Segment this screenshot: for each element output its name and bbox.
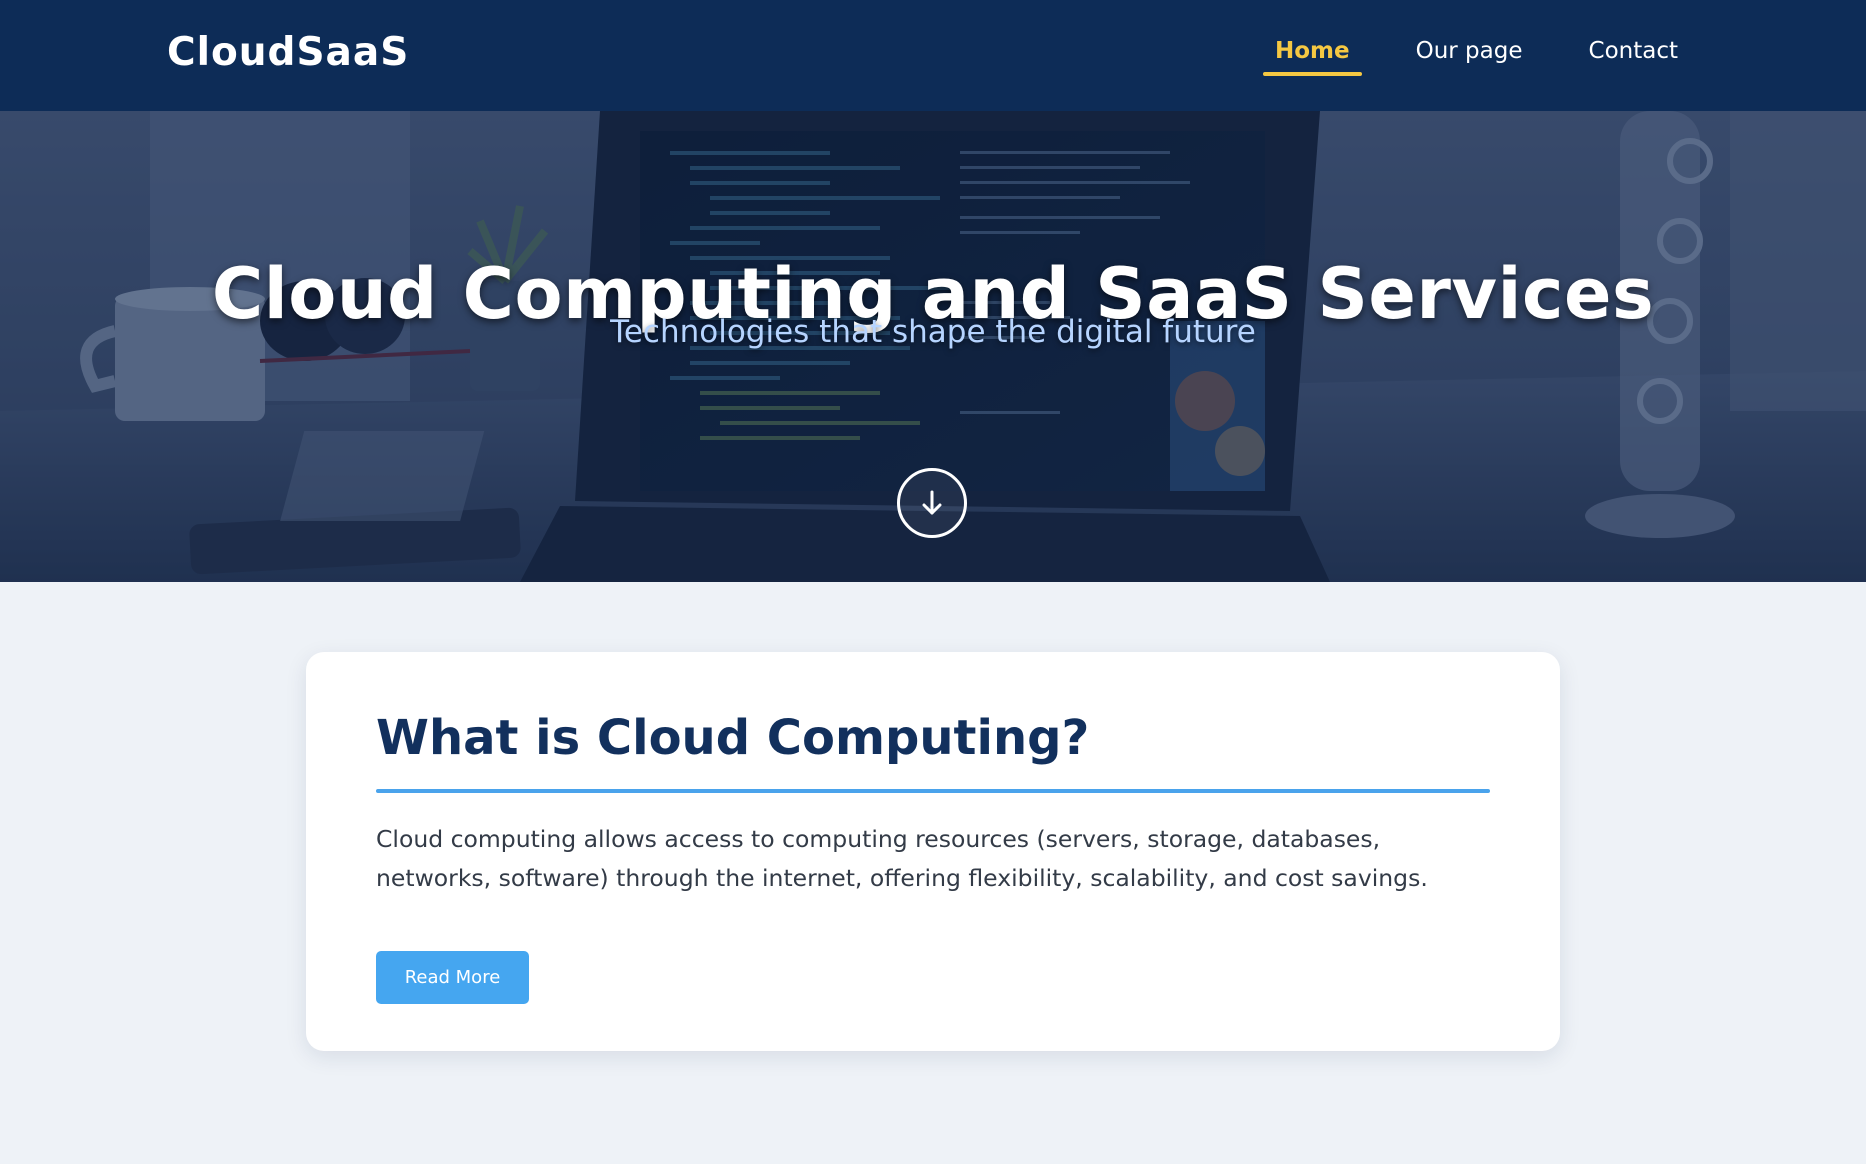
brand-logo[interactable]: CloudSaaS [167,30,409,75]
title-underline-divider [376,789,1490,793]
nav-link-our-page[interactable]: Our page [1404,36,1535,78]
nav-link-home[interactable]: Home [1262,36,1362,78]
card-description: Cloud computing allows access to computi… [376,825,1428,892]
main-nav: Home Our page Contact [1221,36,1690,78]
arrow-down-icon [922,490,942,515]
navbar: CloudSaaS Home Our page Contact [0,0,1866,111]
scroll-down-button[interactable] [897,468,967,538]
card-title: What is Cloud Computing? [376,710,1090,766]
read-more-button[interactable]: Read More [376,951,529,1004]
nav-link-contact[interactable]: Contact [1577,36,1690,78]
hero-section: Cloud Computing and SaaS Services Techno… [0,111,1866,582]
hero-subtitle: Technologies that shape the digital futu… [610,314,1256,350]
info-card: What is Cloud Computing? Cloud computing… [306,652,1560,1051]
